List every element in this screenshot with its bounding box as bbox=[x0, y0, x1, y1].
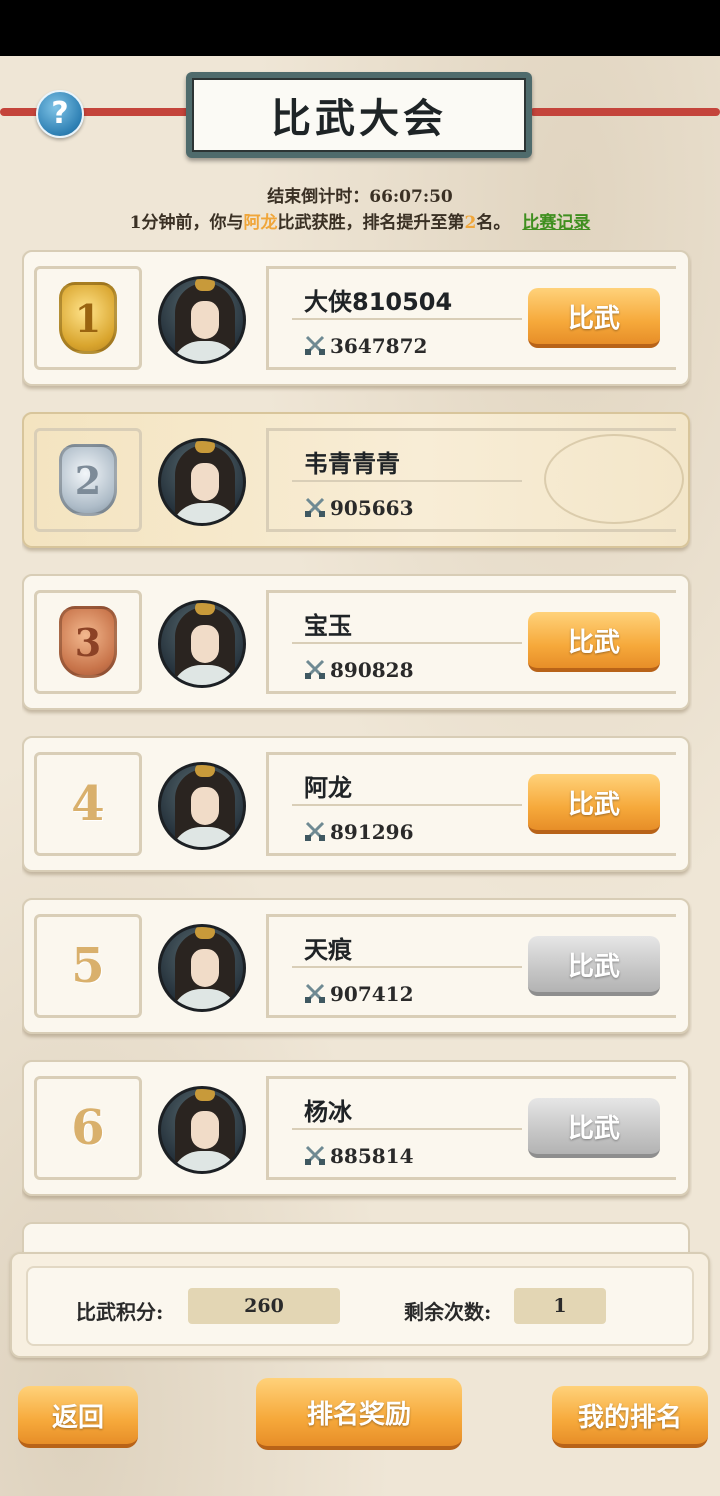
divider bbox=[292, 318, 522, 320]
challenge-button[interactable]: 比武 bbox=[528, 774, 660, 834]
cloud-decoration bbox=[544, 434, 684, 524]
rank-frame: 5 bbox=[34, 914, 142, 1018]
player-avatar bbox=[158, 438, 246, 526]
ranking-card: 2 韦青青青 905663 bbox=[22, 412, 690, 548]
challenge-button[interactable]: 比武 bbox=[528, 1098, 660, 1158]
rank-frame: 2 bbox=[34, 428, 142, 532]
crossed-swords-icon bbox=[305, 821, 325, 841]
player-name: 韦青青青 bbox=[304, 450, 400, 478]
divider bbox=[292, 480, 522, 482]
challenge-button[interactable]: 比武 bbox=[528, 936, 660, 996]
rank-frame: 4 bbox=[34, 752, 142, 856]
crossed-swords-icon bbox=[305, 335, 325, 355]
battle-message-middle: 比武获胜，排名提升至第 bbox=[277, 213, 465, 233]
battle-record-link[interactable]: 比赛记录 bbox=[522, 213, 590, 233]
player-avatar bbox=[158, 924, 246, 1012]
remaining-value: 1 bbox=[514, 1288, 606, 1324]
rank-number: 5 bbox=[71, 938, 105, 994]
ranking-card: 1 大侠810504 3647872 比武 bbox=[22, 250, 690, 386]
crossed-swords-icon bbox=[305, 983, 325, 1003]
rank-frame: 3 bbox=[34, 590, 142, 694]
player-name: 杨冰 bbox=[304, 1098, 352, 1126]
rank-frame: 6 bbox=[34, 1076, 142, 1180]
crossed-swords-icon bbox=[305, 497, 325, 517]
silver-medal-icon: 2 bbox=[59, 444, 117, 516]
title-board: 比武大会 bbox=[186, 72, 532, 158]
combat-power: 907412 bbox=[330, 982, 414, 1006]
battle-message: 1分钟前，你与阿龙比武获胜，排名提升至第2名。 比赛记录 bbox=[0, 208, 720, 233]
player-avatar bbox=[158, 600, 246, 688]
rank-number: 6 bbox=[71, 1100, 105, 1156]
help-button[interactable]: ? bbox=[36, 90, 84, 138]
combat-power: 3647872 bbox=[330, 334, 428, 358]
combat-power: 891296 bbox=[330, 820, 414, 844]
countdown-text: 结束倒计时：66:07:50 bbox=[0, 182, 720, 207]
battle-message-suffix: 名。 bbox=[476, 213, 511, 233]
player-name: 天痕 bbox=[304, 936, 352, 964]
crossed-swords-icon bbox=[305, 659, 325, 679]
ranking-card: 5 天痕 907412 比武 bbox=[22, 898, 690, 1034]
player-name: 宝玉 bbox=[304, 612, 352, 640]
divider bbox=[292, 642, 522, 644]
remaining-label: 剩余次数: bbox=[404, 1300, 492, 1324]
player-avatar bbox=[158, 276, 246, 364]
bronze-medal-icon: 3 bbox=[59, 606, 117, 678]
rank-number: 4 bbox=[71, 776, 105, 832]
decorative-rope-right bbox=[530, 108, 720, 116]
player-name: 阿龙 bbox=[304, 774, 352, 802]
combat-power: 905663 bbox=[330, 496, 414, 520]
tournament-screen: ? 比武大会 结束倒计时：66:07:50 1分钟前，你与阿龙比武获胜，排名提升… bbox=[0, 56, 720, 1496]
points-value: 260 bbox=[188, 1288, 340, 1324]
back-button[interactable]: 返回 bbox=[18, 1386, 138, 1448]
rank-frame: 1 bbox=[34, 266, 142, 370]
page-title: 比武大会 bbox=[271, 95, 447, 142]
combat-power: 890828 bbox=[330, 658, 414, 682]
gold-medal-icon: 1 bbox=[59, 282, 117, 354]
ranking-card: 3 宝玉 890828 比武 bbox=[22, 574, 690, 710]
combat-power: 885814 bbox=[330, 1144, 414, 1168]
ranking-card: 6 杨冰 885814 比武 bbox=[22, 1060, 690, 1196]
countdown-label: 结束倒计时： bbox=[267, 187, 370, 207]
player-avatar bbox=[158, 1086, 246, 1174]
divider bbox=[292, 804, 522, 806]
divider bbox=[292, 1128, 522, 1130]
ranking-card: 4 阿龙 891296 比武 bbox=[22, 736, 690, 872]
player-name: 大侠810504 bbox=[304, 288, 453, 316]
battle-message-opponent: 阿龙 bbox=[243, 213, 278, 233]
decorative-rope-left bbox=[0, 108, 190, 116]
score-panel: 比武积分: 260 剩余次数: 1 bbox=[10, 1252, 710, 1358]
player-avatar bbox=[158, 762, 246, 850]
points-label: 比武积分: bbox=[76, 1300, 164, 1324]
ranking-list[interactable]: 1 大侠810504 3647872 比武 2 韦青青青 905663 3 宝玉 890828 比武… bbox=[22, 250, 692, 1250]
my-rank-button[interactable]: 我的排名 bbox=[552, 1386, 708, 1448]
countdown-value: 66:07:50 bbox=[369, 187, 453, 207]
challenge-button[interactable]: 比武 bbox=[528, 612, 660, 672]
challenge-button[interactable]: 比武 bbox=[528, 288, 660, 348]
divider bbox=[292, 966, 522, 968]
crossed-swords-icon bbox=[305, 1145, 325, 1165]
battle-message-prefix: 1分钟前，你与 bbox=[129, 213, 244, 233]
battle-message-rank: 2 bbox=[464, 213, 477, 233]
rank-reward-button[interactable]: 排名奖励 bbox=[256, 1378, 462, 1450]
